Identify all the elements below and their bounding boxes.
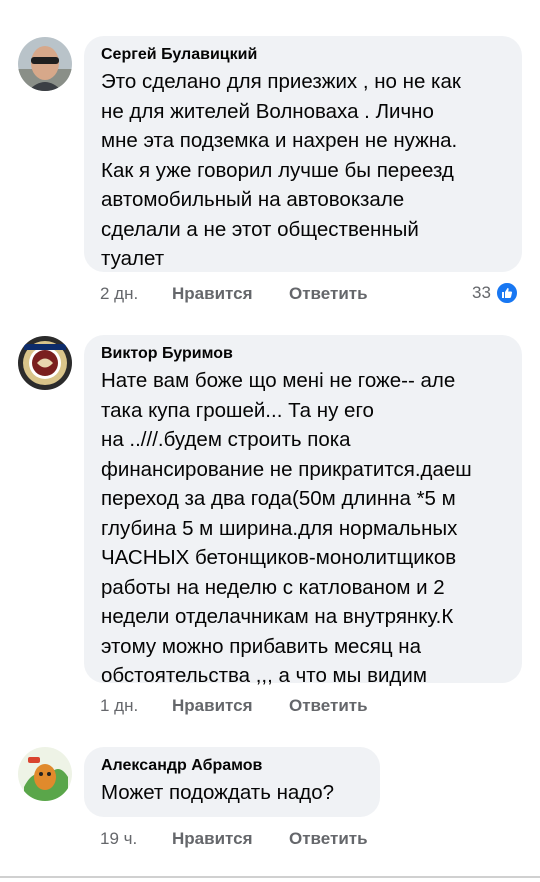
reaction-count: 33 bbox=[472, 283, 491, 302]
avatar[interactable] bbox=[18, 37, 72, 91]
comment-text: Это сделано для приезжих , но не как не … bbox=[101, 67, 522, 274]
divider bbox=[0, 876, 540, 878]
like-button[interactable]: Нравится bbox=[172, 829, 253, 849]
comment-line: работы на неделю с катлованом и 2 bbox=[101, 575, 445, 599]
comment-author[interactable]: Александр Абрамов bbox=[101, 756, 380, 776]
comment-actions: 1 дн. Нравится Ответить bbox=[0, 696, 540, 716]
comment-text: Может подождать надо? bbox=[101, 778, 380, 808]
comment-line: така купа грошей... Та ну его bbox=[101, 398, 374, 422]
avatar[interactable] bbox=[18, 336, 72, 390]
comment-actions: 19 ч. Нравится Ответить bbox=[0, 829, 540, 849]
comment-line: переход за два года(50м длинна *5 м bbox=[101, 487, 456, 510]
like-button[interactable]: Нравится bbox=[172, 284, 253, 304]
comment-text: Нате вам боже що мені не гоже-- але така… bbox=[101, 366, 522, 691]
comment-line: туалет bbox=[101, 247, 165, 270]
comment-timestamp[interactable]: 19 ч. bbox=[100, 829, 137, 849]
comment-line: на ..///.будем строить пока bbox=[101, 428, 351, 451]
comment-line: не для жителей Волноваха . Лично bbox=[101, 99, 434, 123]
reply-button[interactable]: Ответить bbox=[289, 829, 368, 849]
reply-button[interactable]: Ответить bbox=[289, 284, 368, 304]
comment-line: Нате вам боже що мені не гоже-- але bbox=[101, 369, 456, 392]
comment-line: финансирование не прикратится.даеш bbox=[101, 457, 472, 481]
avatar[interactable] bbox=[18, 747, 72, 801]
comment-line: ЧАСНЫХ бетонщиков-монолитщиков bbox=[101, 546, 457, 569]
comment-line: обстоятельства ,,, а что мы видим bbox=[101, 664, 427, 687]
comment-bubble: Александр Абрамов Может подождать надо? bbox=[84, 747, 380, 817]
like-icon bbox=[494, 281, 519, 305]
comment-line: автомобильный на автовокзале bbox=[101, 188, 405, 211]
comment-line: Как я уже говорил лучше бы переезд bbox=[101, 158, 454, 182]
comment-author[interactable]: Сергей Булавицкий bbox=[101, 45, 522, 65]
comment-bubble: Сергей Булавицкий Это сделано для приезж… bbox=[84, 36, 522, 272]
comment-line: глубина 5 м ширина.для нормальных bbox=[101, 516, 458, 540]
comment-line: Это сделано для приезжих , но не как bbox=[101, 70, 461, 93]
comment-bubble: Виктор Буримов Нате вам боже що мені не … bbox=[84, 335, 522, 687]
comment-timestamp[interactable]: 1 дн. bbox=[100, 696, 138, 716]
comment-line: Может подождать надо? bbox=[101, 781, 335, 804]
like-button[interactable]: Нравится bbox=[172, 696, 253, 716]
comment-line: недели отделачникам на внутрянку.К bbox=[101, 605, 454, 628]
comment-line: мне эта подземка и нахрен не нужна. bbox=[101, 129, 458, 152]
reaction-summary[interactable]: 33 bbox=[472, 281, 519, 305]
comment-timestamp[interactable]: 2 дн. bbox=[100, 284, 138, 304]
comment-line: сделали а не этот общественный bbox=[101, 217, 419, 241]
reply-button[interactable]: Ответить bbox=[289, 696, 368, 716]
comment-line: этому можно прибавить месяц на bbox=[101, 634, 421, 658]
comment-author[interactable]: Виктор Буримов bbox=[101, 344, 522, 364]
comment-actions: 2 дн. Нравится Ответить bbox=[0, 284, 540, 304]
